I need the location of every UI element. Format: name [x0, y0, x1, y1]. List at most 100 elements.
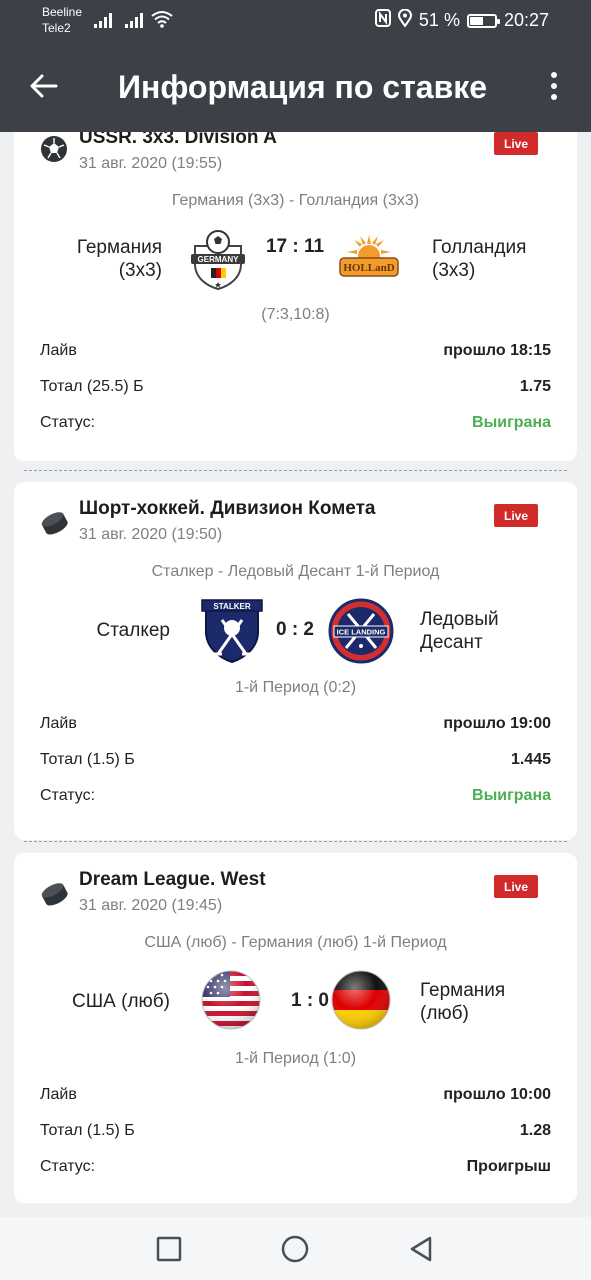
arrow-left-icon [30, 74, 58, 98]
more-dot [551, 94, 557, 100]
row-label: Лайв [40, 1086, 77, 1103]
nav-back-button[interactable] [406, 1234, 436, 1264]
row-value: 1.75 [519, 378, 551, 395]
signal-icon [94, 12, 114, 28]
hockey-puck-icon [41, 883, 68, 906]
bet-row-status: Статус: Проигрыш [40, 1158, 551, 1176]
recents-button[interactable] [154, 1234, 184, 1264]
row-value: 1.445 [510, 751, 551, 768]
period-score: 1-й Период (0:2) [234, 679, 357, 696]
period-score: 1-й Период (1:0) [234, 1050, 357, 1067]
app-bar: Информация по ставке [0, 40, 591, 132]
row-label: Статус: [40, 787, 96, 804]
ice-landing-logo: ICE LANDING [328, 598, 394, 664]
away-team: Германия (люб) [420, 980, 506, 1024]
match-title: Германия (3x3) - Голландия (3x3) [171, 192, 420, 209]
row-label: Статус: [40, 1158, 96, 1175]
ticket-notch [571, 835, 583, 847]
ice-logo-text: ICE LANDING [337, 628, 386, 637]
triangle-back-icon [410, 1236, 432, 1262]
row-label: Лайв [40, 715, 77, 732]
card-divider [24, 470, 567, 471]
circle-icon [281, 1235, 309, 1263]
soccer-ball-icon [41, 136, 67, 162]
ticket-notch [8, 835, 20, 847]
holland-sun-logo: HOLLanD [339, 235, 399, 277]
battery-percent: 51 % [418, 10, 460, 30]
league-name: USSR. 3x3. Division A [79, 132, 277, 148]
nfc-icon [374, 9, 391, 32]
bet-row-total: Тотал (25.5) Б 1.75 [40, 378, 551, 396]
live-badge: Live [494, 132, 538, 155]
signal-icon-2 [125, 12, 145, 28]
holland-logo-text: HOLLanD [343, 262, 394, 274]
away-team: Ледовый Десант [420, 609, 499, 653]
bet-row-live: Лайв прошло 10:00 [40, 1086, 551, 1104]
period-score: (7:3,10:8) [261, 306, 330, 323]
row-label: Тотал (1.5) Б [40, 751, 135, 768]
square-icon [156, 1236, 182, 1262]
home-team: США (люб) [72, 991, 170, 1012]
carrier-2: Tele2 [42, 21, 71, 35]
germany-badge-logo: GERMANY [191, 230, 245, 290]
bet-card: Шорт-хоккей. Дивизион Комета 31 авг. 202… [14, 482, 577, 840]
match-score: 17 : 11 [265, 236, 325, 257]
bet-row-total: Тотал (1.5) Б 1.445 [40, 751, 551, 769]
wifi-icon [151, 10, 173, 28]
bet-row-live: Лайв прошло 18:15 [40, 342, 551, 360]
ticket-notch [571, 464, 583, 476]
battery-icon [466, 13, 500, 28]
carrier-1: Beeline [42, 5, 83, 19]
row-value: прошло 19:00 [443, 715, 551, 732]
bet-card: Dream League. West 31 авг. 2020 (19:45) … [14, 853, 577, 1203]
ticket-notch [8, 464, 20, 476]
more-vert-icon [551, 72, 557, 78]
live-badge: Live [494, 875, 538, 898]
row-value: 1.28 [519, 1122, 551, 1139]
status-right: 51 % 20:27 [374, 8, 549, 32]
bet-date: 31 авг. 2020 (19:50) [79, 526, 223, 543]
page-title: Информация по ставке [118, 69, 488, 105]
status-bar: Beeline Tele2 51 % 20:27 [0, 0, 591, 40]
bet-row-status: Статус: Выиграна [40, 414, 551, 432]
match-title: Сталкер - Ледовый Десант 1-й Период [151, 563, 440, 580]
system-nav-bar [0, 1217, 591, 1280]
status-value: Выиграна [472, 414, 551, 431]
league-name: Dream League. West [79, 869, 266, 890]
status-value: Выиграна [472, 787, 551, 804]
bet-row-status: Статус: Выиграна [40, 787, 551, 805]
carrier-names: Beeline Tele2 [42, 4, 82, 36]
clock: 20:27 [503, 10, 549, 30]
hockey-puck-icon [41, 512, 68, 535]
row-label: Тотал (25.5) Б [40, 378, 144, 395]
row-label: Лайв [40, 342, 77, 359]
bet-date: 31 авг. 2020 (19:45) [79, 897, 223, 914]
back-button[interactable] [22, 66, 66, 106]
germany-flag-ball [331, 970, 391, 1030]
league-name: Шорт-хоккей. Дивизион Комета [79, 498, 376, 519]
card-divider [24, 841, 567, 842]
home-team: Германия (3x3) [76, 237, 162, 281]
away-team: Голландия (3x3) [432, 237, 527, 281]
row-value: прошло 10:00 [443, 1086, 551, 1103]
germany-logo-text: GERMANY [198, 255, 240, 264]
home-team: Сталкер [96, 620, 170, 641]
more-dot [551, 83, 557, 89]
row-value: прошло 18:15 [443, 342, 551, 359]
stalker-logo-text: STALKER [213, 602, 250, 611]
match-title: США (люб) - Германия (люб) 1-й Период [144, 934, 447, 951]
more-menu-button[interactable] [539, 66, 569, 106]
row-label: Статус: [40, 414, 96, 431]
bet-date: 31 авг. 2020 (19:55) [79, 155, 223, 172]
usa-flag-ball [201, 970, 261, 1030]
home-button[interactable] [280, 1234, 310, 1264]
location-icon [397, 8, 412, 32]
live-badge: Live [494, 504, 538, 527]
bet-details-list[interactable]: USSR. 3x3. Division A 31 авг. 2020 (19:5… [0, 132, 591, 1217]
status-value: Проигрыш [466, 1158, 551, 1175]
bet-card: USSR. 3x3. Division A 31 авг. 2020 (19:5… [14, 132, 577, 461]
battery-level [469, 16, 484, 25]
bet-row-total: Тотал (1.5) Б 1.28 [40, 1122, 551, 1140]
bet-row-live: Лайв прошло 19:00 [40, 715, 551, 733]
match-score: 0 : 2 [275, 619, 315, 640]
